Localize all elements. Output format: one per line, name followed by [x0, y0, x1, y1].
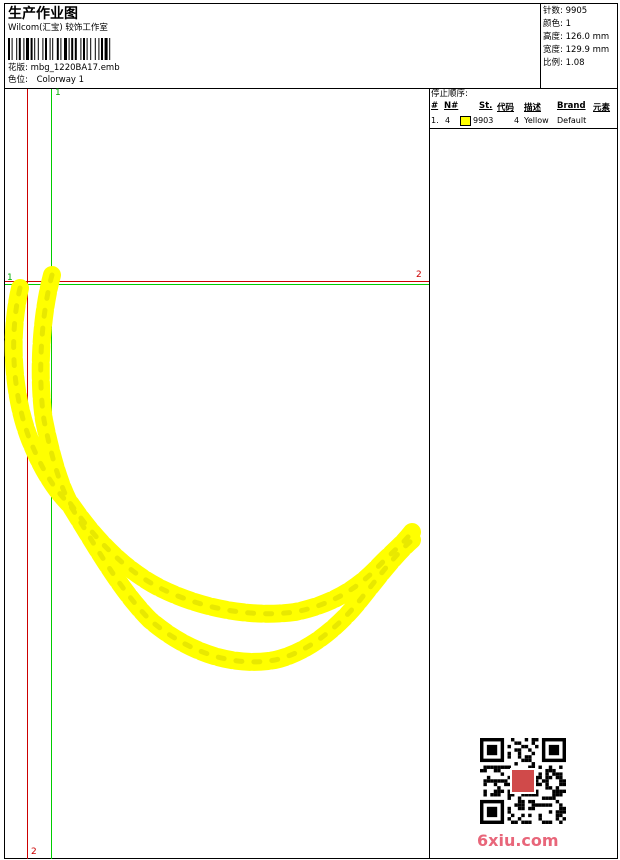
watermark-site: 6xiu.com	[477, 831, 559, 850]
embroidery-chain-design	[4, 266, 421, 671]
qr-code	[480, 738, 566, 824]
